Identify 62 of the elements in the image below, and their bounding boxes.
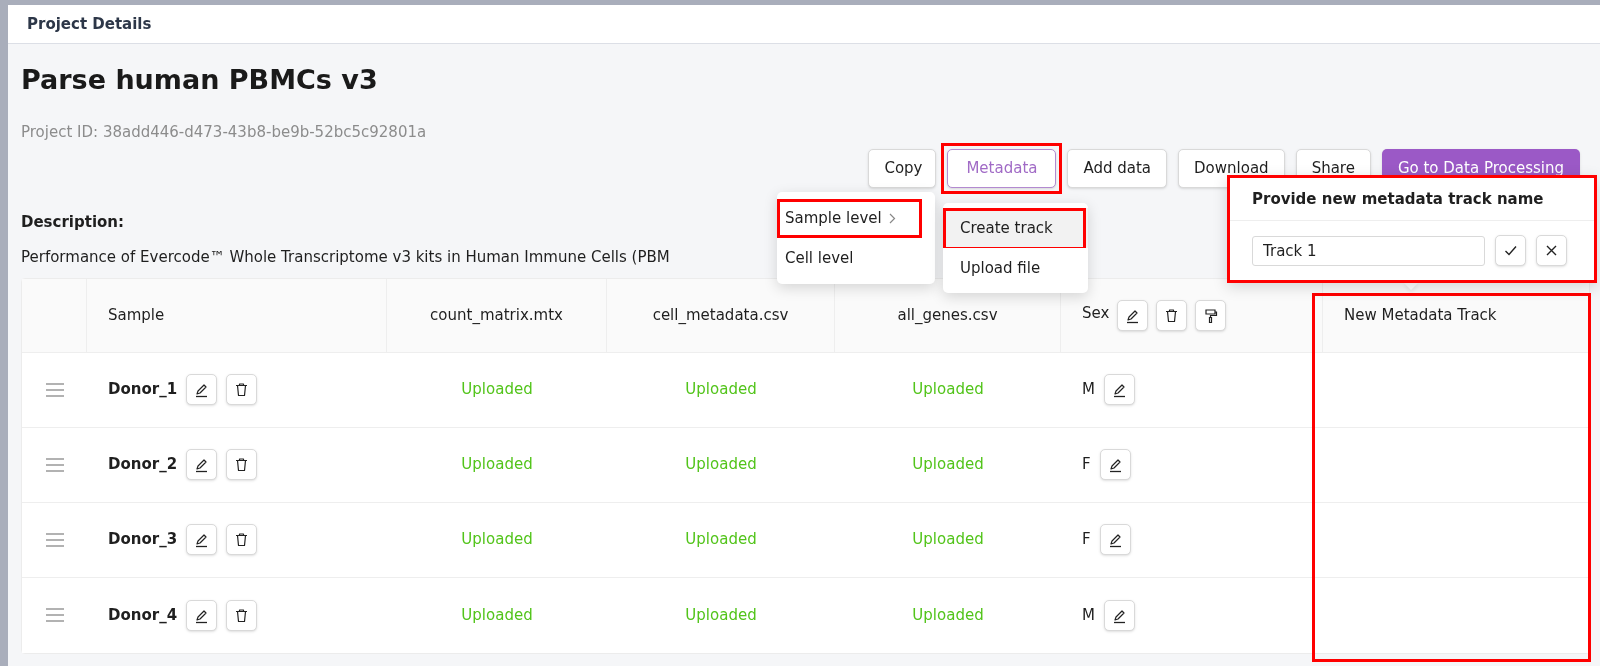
description-label: Description: — [21, 211, 124, 233]
sex-value: M — [1082, 379, 1095, 401]
edit-button[interactable] — [1099, 449, 1131, 480]
upload-status: Uploaded — [685, 454, 757, 476]
window-title: Project Details — [27, 13, 152, 35]
sample-name: Donor_3 — [108, 529, 178, 551]
upload-status: Uploaded — [912, 529, 984, 551]
column-header: New Metadata Track — [1344, 304, 1497, 326]
upload-status: Uploaded — [461, 604, 533, 626]
drag-handle-icon[interactable] — [44, 456, 65, 473]
toolbar-button[interactable]: Add data — [1067, 148, 1168, 188]
upload-status: Uploaded — [461, 379, 533, 401]
upload-status: Uploaded — [685, 529, 757, 551]
sample-name: Donor_1 — [108, 379, 178, 401]
delete-button[interactable] — [226, 374, 258, 405]
menu-item[interactable]: Cell level — [777, 238, 935, 278]
edit-button[interactable] — [1099, 524, 1131, 555]
upload-status: Uploaded — [685, 379, 757, 401]
edit-button[interactable] — [1103, 374, 1135, 405]
delete-button[interactable] — [226, 449, 258, 480]
column-header: all_genes.csv — [897, 304, 998, 326]
drag-handle-icon[interactable] — [44, 381, 65, 398]
upload-status: Uploaded — [912, 604, 984, 626]
column-header: Sample — [108, 304, 165, 326]
toolbar-button[interactable]: Copy — [868, 148, 937, 188]
toolbar-button[interactable]: Metadata — [947, 148, 1057, 188]
upload-status: Uploaded — [461, 529, 533, 551]
upload-status: Uploaded — [685, 604, 757, 626]
upload-status: Uploaded — [912, 454, 984, 476]
edit-button[interactable] — [186, 374, 218, 405]
project-title: Parse human PBMCs v3 — [21, 63, 379, 97]
project-id: Project ID: 38add446-d473-43b8-be9b-52bc5c92801a — [21, 122, 428, 143]
sex-value: F — [1082, 529, 1091, 551]
edit-button[interactable] — [1117, 299, 1149, 331]
sample-name: Donor_2 — [108, 454, 178, 476]
paint-roller-icon — [1202, 306, 1220, 324]
menu-item[interactable]: Create track — [943, 208, 1088, 248]
menu-item[interactable]: Upload file — [943, 248, 1088, 288]
delete-button[interactable] — [226, 599, 258, 631]
track-name-field[interactable]: Track 1 — [1252, 235, 1485, 266]
column-header: count_matrix.mtx — [430, 304, 563, 326]
column-header: Sex — [1082, 303, 1110, 325]
menu-item[interactable]: Sample level — [777, 198, 935, 238]
format-button[interactable] — [1195, 299, 1227, 331]
delete-button[interactable] — [226, 524, 258, 555]
drag-handle-icon[interactable] — [44, 531, 65, 548]
sex-value: M — [1082, 604, 1095, 626]
sex-value: F — [1082, 454, 1091, 476]
edit-button[interactable] — [186, 449, 218, 480]
edit-button[interactable] — [186, 524, 218, 555]
edit-button[interactable] — [186, 599, 218, 631]
upload-status: Uploaded — [461, 454, 533, 476]
sample-name: Donor_4 — [108, 604, 178, 626]
description-text: Performance of Evercode™ Whole Transcriptome v3 kits in Human Immune Cells (PBM — [21, 247, 671, 268]
edit-button[interactable] — [1103, 599, 1135, 631]
delete-button[interactable] — [1156, 299, 1188, 331]
drag-handle-icon[interactable] — [44, 607, 65, 623]
confirm-button[interactable] — [1495, 235, 1526, 266]
upload-status: Uploaded — [912, 379, 984, 401]
popover-title: Provide new metadata track name — [1252, 188, 1544, 210]
cancel-button[interactable] — [1536, 235, 1567, 266]
column-header: cell_metadata.csv — [652, 304, 789, 326]
